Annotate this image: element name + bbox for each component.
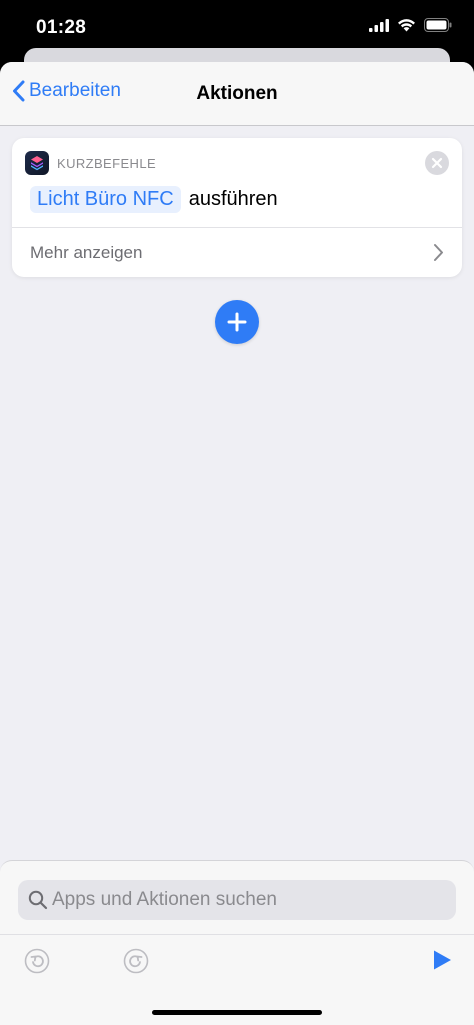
action-search-panel <box>0 860 474 1025</box>
close-icon <box>431 157 443 169</box>
search-icon <box>28 890 48 910</box>
plus-icon <box>227 312 247 332</box>
shortcuts-app-icon <box>25 151 49 175</box>
action-card: KURZBEFEHLE Licht Büro NFC ausführen Meh… <box>12 138 462 277</box>
shortcut-token[interactable]: Licht Büro NFC <box>30 186 181 213</box>
cellular-signal-icon <box>369 18 389 32</box>
action-text: ausführen <box>188 188 278 210</box>
status-icons <box>369 18 452 32</box>
search-input[interactable] <box>52 880 448 920</box>
action-row: Licht Büro NFC ausführen <box>30 186 278 213</box>
add-action-button[interactable] <box>215 300 259 344</box>
undo-icon <box>24 948 50 974</box>
wifi-icon <box>398 19 415 32</box>
page-title: Aktionen <box>196 83 278 104</box>
show-more-row[interactable]: Mehr anzeigen <box>12 228 462 277</box>
app-label: KURZBEFEHLE <box>57 156 157 171</box>
battery-icon <box>424 18 452 32</box>
actions-sheet: Bearbeiten Aktionen KURZBEFEHLE Licht Bü… <box>0 62 474 1025</box>
search-box[interactable] <box>18 880 456 920</box>
home-indicator <box>152 1010 322 1015</box>
chevron-right-icon <box>434 244 443 261</box>
toolbar-divider <box>0 934 474 935</box>
run-shortcut-button[interactable] <box>432 949 452 976</box>
navigation-bar: Bearbeiten Aktionen <box>0 62 474 126</box>
show-more-label: Mehr anzeigen <box>30 243 143 262</box>
remove-action-button[interactable] <box>425 151 449 175</box>
redo-icon <box>123 948 149 974</box>
status-time: 01:28 <box>36 17 87 38</box>
status-bar: 01:28 <box>0 0 474 52</box>
redo-button[interactable] <box>123 948 149 979</box>
undo-button[interactable] <box>24 948 50 979</box>
play-icon <box>434 950 451 970</box>
